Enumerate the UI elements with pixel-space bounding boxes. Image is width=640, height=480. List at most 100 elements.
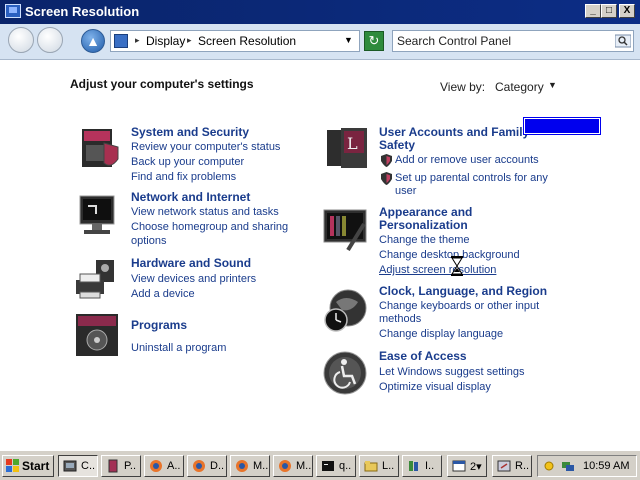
search-box[interactable] — [392, 30, 634, 52]
remote-icon — [497, 460, 511, 472]
control-panel-icon — [63, 460, 77, 472]
control-panel-content: Adjust your computer's settings View by:… — [0, 60, 640, 450]
taskbar-item[interactable]: 2▾ — [447, 455, 487, 477]
breadcrumb[interactable]: ▸ Display ▸ Screen Resolution ▼ — [110, 30, 360, 52]
programs-icon[interactable] — [74, 312, 120, 358]
link-backup[interactable]: Back up your computer — [131, 155, 244, 169]
chevron-right-icon: ▸ — [135, 35, 140, 45]
category-programs[interactable]: Programs — [131, 319, 187, 332]
document-icon — [108, 459, 118, 473]
window-title: Screen Resolution — [25, 4, 140, 19]
link-devices-printers[interactable]: View devices and printers — [131, 272, 256, 286]
start-button[interactable]: Start — [2, 455, 54, 477]
category-appearance-line2[interactable]: Personalization — [379, 219, 468, 232]
view-by-label: View by: — [440, 80, 486, 94]
category-ease-of-access[interactable]: Ease of Access — [379, 350, 467, 363]
chevron-down-icon[interactable]: ▼ — [548, 80, 557, 90]
highlight-bar — [523, 117, 601, 135]
taskbar-item[interactable]: R.. — [492, 455, 532, 477]
user-accounts-icon[interactable]: L — [325, 126, 371, 172]
windows-logo-icon — [6, 459, 19, 472]
refresh-icon[interactable]: ↻ — [364, 31, 384, 51]
category-system-security[interactable]: System and Security — [131, 126, 249, 139]
system-security-icon[interactable] — [78, 127, 124, 173]
breadcrumb-display[interactable]: Display — [146, 34, 185, 48]
link-homegroup[interactable]: Choose homegroup and sharing — [131, 220, 288, 234]
search-icon[interactable] — [615, 34, 631, 48]
link-review-status[interactable]: Review your computer's status — [131, 140, 280, 154]
taskbar-item[interactable]: I.. — [402, 455, 442, 477]
close-button[interactable]: X — [619, 4, 635, 18]
minimize-button[interactable]: _ — [585, 4, 601, 18]
folder-icon — [364, 461, 378, 472]
uac-shield-icon — [381, 154, 392, 167]
firefox-icon — [279, 460, 291, 472]
taskbar-item-label: 2▾ — [470, 461, 482, 473]
taskbar-item-label: M.. — [296, 460, 312, 472]
link-parental-controls-user[interactable]: user — [395, 184, 416, 198]
taskbar-item[interactable]: D.. — [187, 455, 227, 477]
taskbar-item[interactable]: M.. — [273, 455, 313, 477]
link-screen-resolution[interactable]: Adjust screen resolution — [379, 263, 496, 277]
start-label: Start — [22, 459, 50, 473]
link-display-language[interactable]: Change display language — [379, 327, 503, 341]
link-add-device[interactable]: Add a device — [131, 287, 195, 301]
taskbar-item-control-panel[interactable]: C.. — [58, 455, 98, 477]
books-icon — [409, 461, 418, 471]
category-hardware-sound[interactable]: Hardware and Sound — [131, 257, 251, 270]
link-parental-controls[interactable]: Set up parental controls for any — [395, 171, 548, 185]
taskbar-item[interactable]: M.. — [230, 455, 270, 477]
taskbar-item-label: C.. — [81, 460, 96, 472]
system-tray: 10:59 AM — [537, 455, 637, 477]
link-add-remove-users[interactable]: Add or remove user accounts — [395, 153, 539, 167]
svg-text:L: L — [347, 134, 358, 153]
ease-of-access-icon[interactable] — [322, 350, 368, 396]
view-by-dropdown[interactable]: Category — [495, 80, 544, 94]
link-find-fix[interactable]: Find and fix problems — [131, 170, 236, 184]
firefox-icon — [193, 460, 205, 472]
taskbar-item-label: I.. — [425, 460, 435, 472]
network-icon[interactable] — [74, 194, 120, 240]
category-clock-language[interactable]: Clock, Language, and Region — [379, 285, 547, 298]
link-network-status[interactable]: View network status and tasks — [131, 205, 279, 219]
hourglass-cursor-icon — [451, 256, 463, 276]
link-change-theme[interactable]: Change the theme — [379, 233, 470, 247]
chevron-down-icon[interactable]: ▼ — [344, 35, 353, 45]
category-network-internet[interactable]: Network and Internet — [131, 191, 250, 204]
control-panel-icon — [5, 4, 21, 18]
up-arrow-icon[interactable]: ▲ — [81, 29, 105, 53]
taskbar-item[interactable]: A.. — [144, 455, 184, 477]
taskbar-item-label: q.. — [339, 460, 352, 472]
forward-button[interactable] — [37, 27, 63, 53]
link-keyboards[interactable]: Change keyboards or other input — [379, 299, 539, 313]
breadcrumb-screen-resolution[interactable]: Screen Resolution — [198, 34, 296, 48]
window-icon — [452, 460, 466, 472]
address-bar: ▲ ▸ Display ▸ Screen Resolution ▼ ↻ — [0, 24, 640, 60]
link-visual-display[interactable]: Optimize visual display — [379, 380, 491, 394]
link-uninstall[interactable]: Uninstall a program — [131, 341, 226, 355]
hardware-sound-icon[interactable] — [74, 258, 120, 304]
back-button[interactable] — [8, 27, 34, 53]
link-desktop-background[interactable]: Change desktop background — [379, 248, 520, 262]
maximize-button[interactable]: □ — [601, 4, 617, 18]
link-homegroup-options[interactable]: options — [131, 234, 166, 248]
clock[interactable]: 10:59 AM — [583, 460, 629, 472]
page-title: Adjust your computer's settings — [70, 77, 254, 91]
search-input[interactable] — [397, 33, 607, 49]
network-tray-icon[interactable] — [560, 459, 576, 473]
category-user-accounts-line2[interactable]: Safety — [379, 139, 415, 152]
taskbar: Start C.. P.. A.. D.. M.. M.. q.. L.. I.… — [0, 450, 640, 480]
taskbar-item[interactable]: L.. — [359, 455, 399, 477]
taskbar-item-label: R.. — [515, 460, 530, 472]
taskbar-item-label: M.. — [253, 460, 269, 472]
link-windows-suggest[interactable]: Let Windows suggest settings — [379, 365, 525, 379]
appearance-icon[interactable] — [322, 208, 368, 254]
clock-globe-icon[interactable] — [322, 288, 368, 334]
title-bar: Screen Resolution _ □ X — [0, 0, 640, 24]
taskbar-item[interactable]: P.. — [101, 455, 141, 477]
sun-icon[interactable] — [542, 459, 556, 473]
taskbar-item[interactable]: q.. — [316, 455, 356, 477]
link-keyboards-methods[interactable]: methods — [379, 312, 421, 326]
taskbar-item-label: D.. — [210, 460, 225, 472]
control-panel-icon — [114, 34, 128, 48]
